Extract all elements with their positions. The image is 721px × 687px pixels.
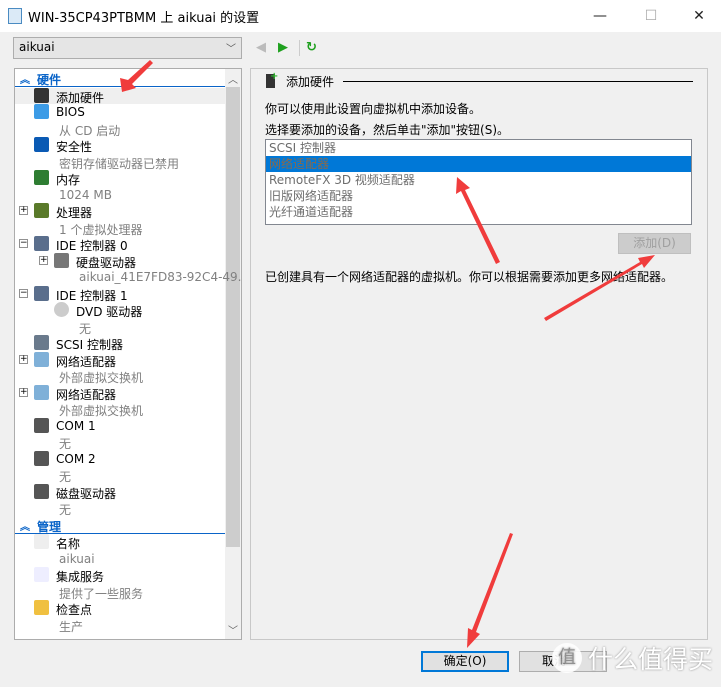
annotation-arrow — [467, 533, 513, 648]
annotation-arrow — [456, 177, 500, 264]
annotation-arrow — [120, 60, 153, 92]
annotation-arrow — [544, 255, 655, 321]
annotation-arrows — [120, 60, 655, 648]
